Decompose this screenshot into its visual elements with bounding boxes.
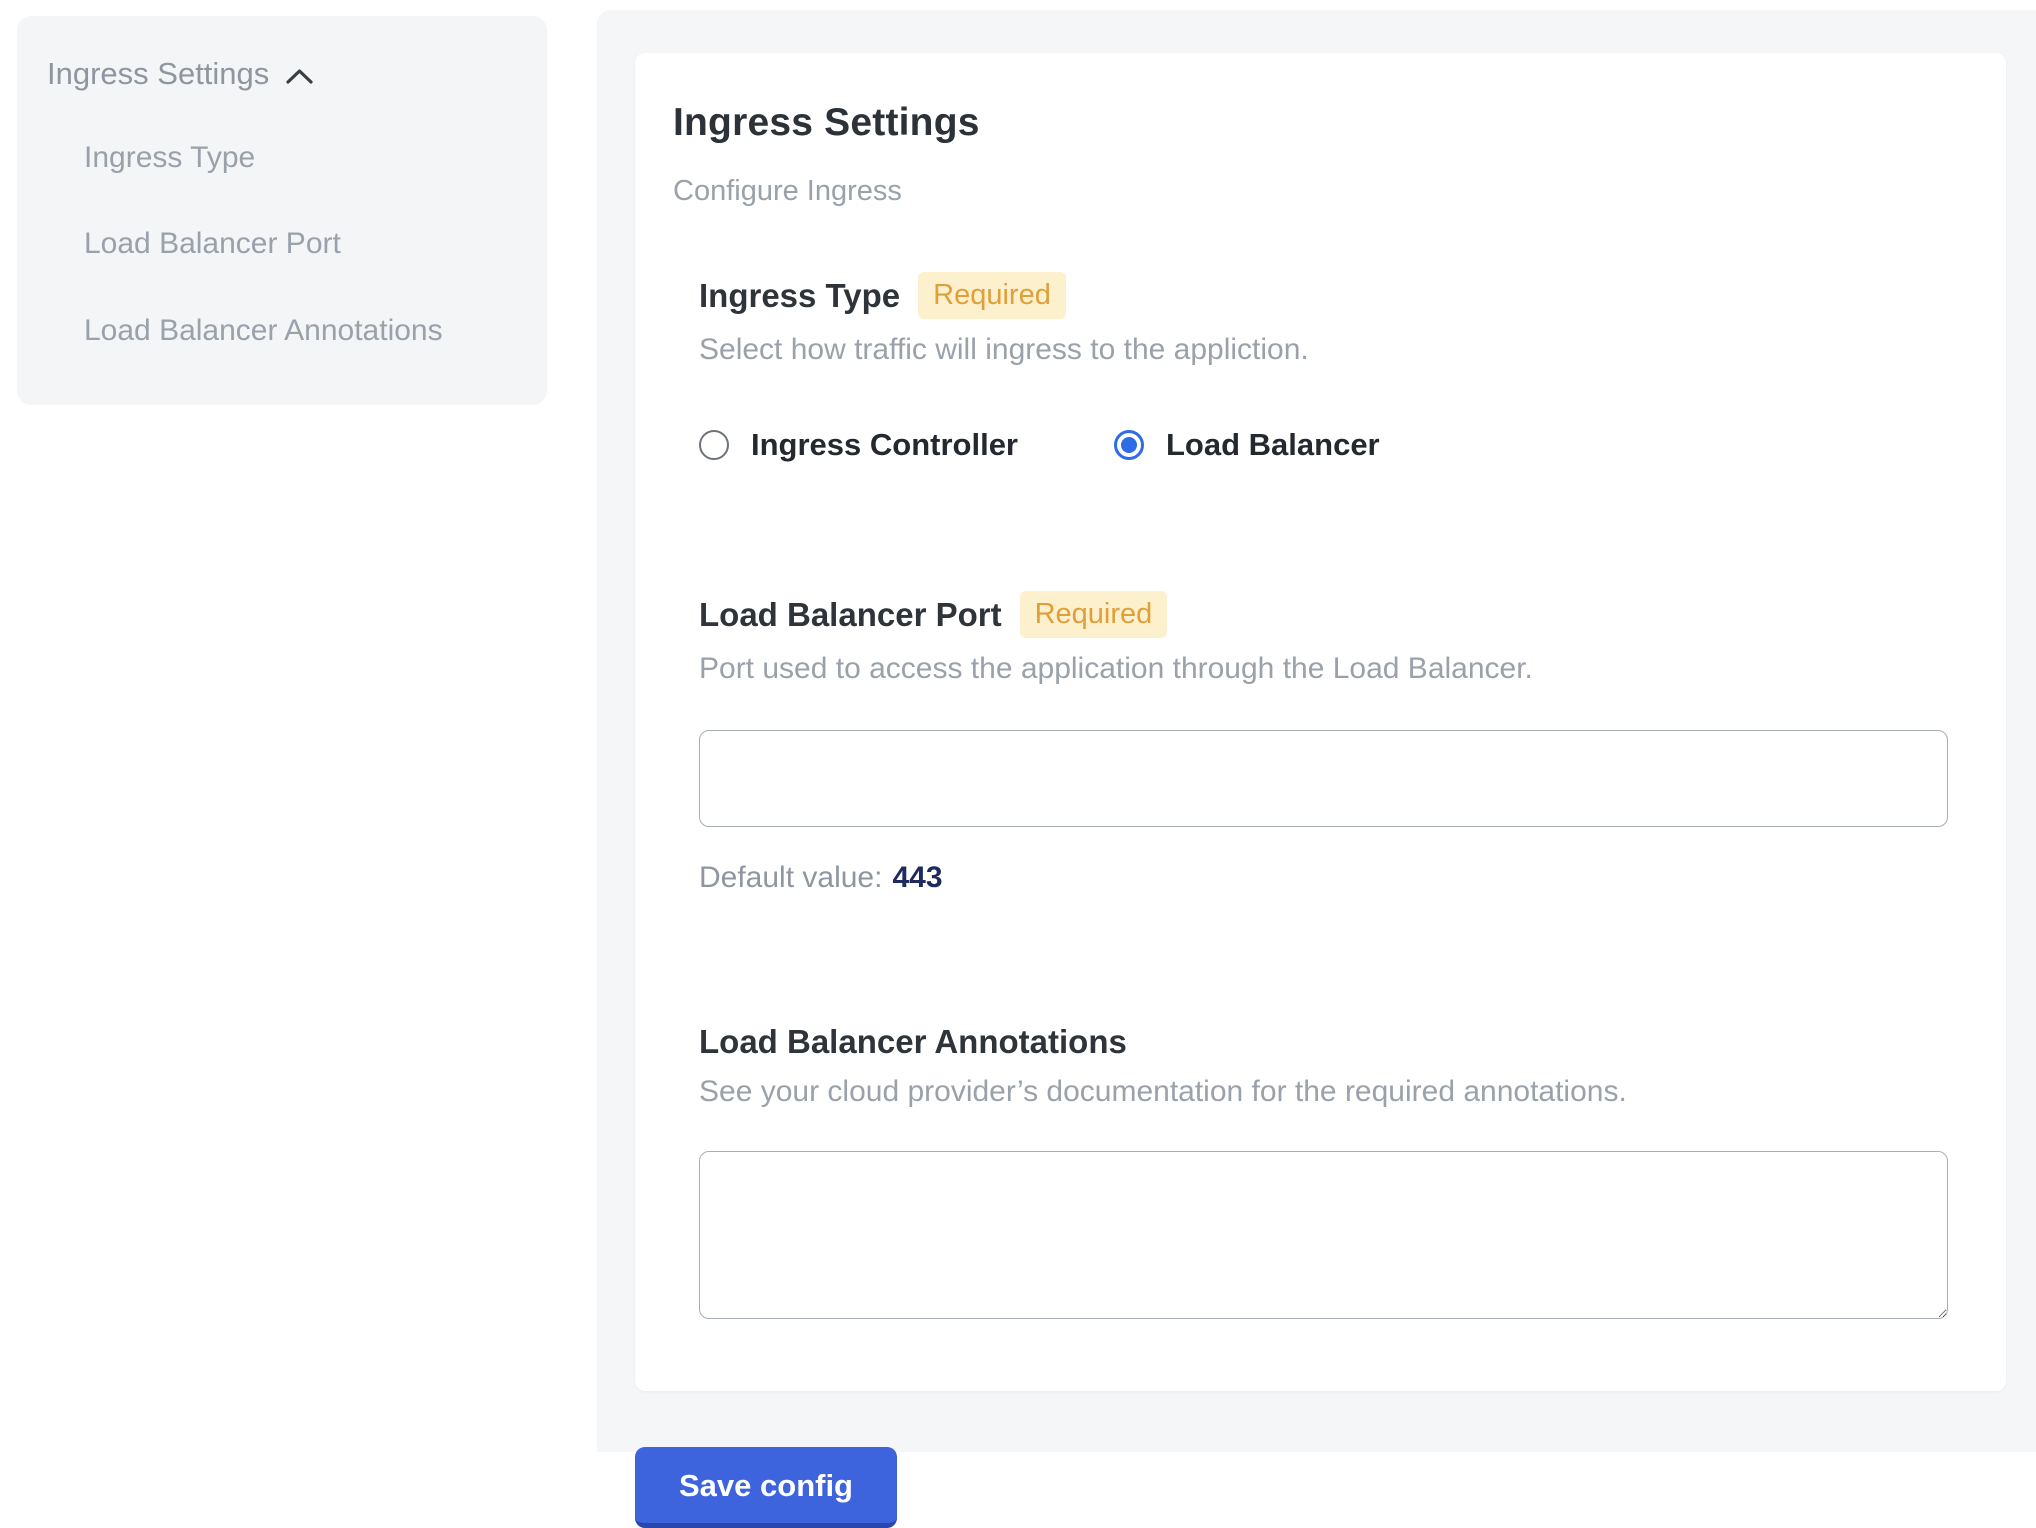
main-content: Ingress Settings Configure Ingress Ingre… <box>597 10 2036 1452</box>
sidebar-item-load-balancer-annotations[interactable]: Load Balancer Annotations <box>84 309 444 353</box>
section-load-balancer-annotations: Load Balancer Annotations See your cloud… <box>699 1023 1948 1319</box>
sidebar-items: Ingress Type Load Balancer Port Load Bal… <box>47 136 517 353</box>
page-title: Ingress Settings <box>673 101 1948 145</box>
sidebar-item-ingress-type[interactable]: Ingress Type <box>84 136 444 180</box>
section-title-load-balancer-annotations: Load Balancer Annotations <box>699 1023 1127 1061</box>
config-nav-sidebar: Ingress Settings Ingress Type Load Balan… <box>17 16 547 405</box>
sidebar-item-load-balancer-port[interactable]: Load Balancer Port <box>84 222 444 266</box>
sidebar-group-ingress-settings[interactable]: Ingress Settings <box>47 56 517 92</box>
page-subtitle: Configure Ingress <box>673 175 1948 208</box>
chevron-up-icon[interactable] <box>285 67 314 86</box>
ingress-settings-card: Ingress Settings Configure Ingress Ingre… <box>635 53 2006 1391</box>
section-description: See your cloud provider’s documentation … <box>699 1075 1948 1109</box>
section-title-load-balancer-port: Load Balancer Port <box>699 596 1002 634</box>
load-balancer-port-input[interactable] <box>699 730 1948 827</box>
radio-option-load-balancer[interactable]: Load Balancer <box>1114 427 1380 463</box>
section-load-balancer-port: Load Balancer Port Required Port used to… <box>699 591 1948 895</box>
section-ingress-type: Ingress Type Required Select how traffic… <box>699 272 1948 463</box>
default-value: 443 <box>892 861 942 894</box>
load-balancer-annotations-textarea[interactable] <box>699 1151 1948 1319</box>
section-description: Select how traffic will ingress to the a… <box>699 333 1948 367</box>
radio-label: Ingress Controller <box>751 427 1018 463</box>
default-value-label: Default value: <box>699 861 882 894</box>
sidebar-group-label: Ingress Settings <box>47 56 269 92</box>
radio-ingress-controller[interactable] <box>699 430 729 460</box>
section-description: Port used to access the application thro… <box>699 652 1948 686</box>
default-value-line: Default value: 443 <box>699 861 1948 895</box>
save-config-button[interactable]: Save config <box>635 1447 897 1528</box>
radio-load-balancer[interactable] <box>1114 430 1144 460</box>
config-sections: Ingress Type Required Select how traffic… <box>673 272 1948 1319</box>
radio-option-ingress-controller[interactable]: Ingress Controller <box>699 427 1018 463</box>
ingress-type-radio-group: Ingress Controller Load Balancer <box>699 427 1948 463</box>
required-badge: Required <box>1020 591 1168 638</box>
left-column: Ingress Settings Ingress Type Load Balan… <box>0 0 597 1452</box>
section-title-ingress-type: Ingress Type <box>699 277 900 315</box>
radio-label: Load Balancer <box>1166 427 1380 463</box>
required-badge: Required <box>918 272 1066 319</box>
